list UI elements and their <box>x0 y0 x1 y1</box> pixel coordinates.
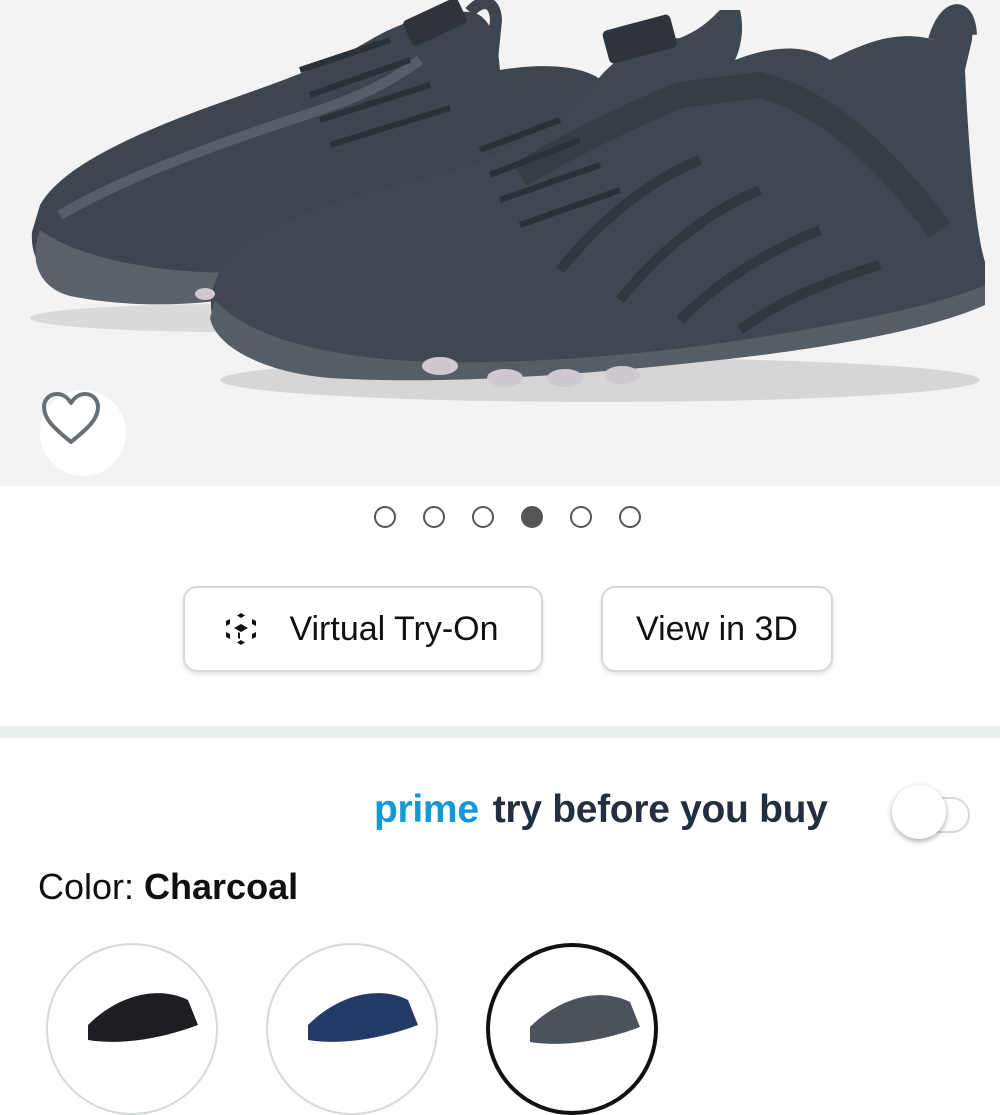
carousel-dot[interactable] <box>423 506 445 528</box>
swatch-black[interactable] <box>46 943 218 1115</box>
prime-toggle[interactable] <box>892 785 978 839</box>
heart-icon <box>42 392 100 444</box>
carousel-dot[interactable] <box>374 506 396 528</box>
color-selection: Color: Charcoal <box>38 866 298 908</box>
prime-try-before-you-buy: prime try before you buy <box>374 782 828 838</box>
swatch-navy-image <box>308 993 418 1042</box>
prime-logo: prime <box>374 788 479 831</box>
swatch-black-image <box>88 993 198 1042</box>
swatch-charcoal[interactable] <box>486 943 658 1115</box>
swatch-navy[interactable] <box>266 943 438 1115</box>
color-value: Charcoal <box>144 866 299 907</box>
carousel-dot[interactable] <box>521 506 543 528</box>
virtual-tryon-button[interactable]: Virtual Try-On <box>183 586 543 672</box>
section-divider <box>0 726 1000 738</box>
view-3d-button[interactable]: View in 3D <box>601 586 833 672</box>
carousel-dot[interactable] <box>570 506 592 528</box>
wishlist-button[interactable] <box>40 390 126 476</box>
shoe-image <box>30 0 985 402</box>
color-label: Color: <box>38 866 135 907</box>
cube-ar-icon <box>226 613 257 645</box>
prime-label: try before you buy <box>492 788 828 831</box>
carousel-dot[interactable] <box>472 506 494 528</box>
product-image[interactable] <box>0 0 1000 486</box>
toggle-knob <box>892 785 946 839</box>
view-3d-label: View in 3D <box>636 609 798 648</box>
virtual-tryon-label: Virtual Try-On <box>289 609 499 648</box>
swatch-charcoal-image <box>530 995 640 1044</box>
carousel-dots <box>0 506 1000 532</box>
carousel-dot[interactable] <box>619 506 641 528</box>
